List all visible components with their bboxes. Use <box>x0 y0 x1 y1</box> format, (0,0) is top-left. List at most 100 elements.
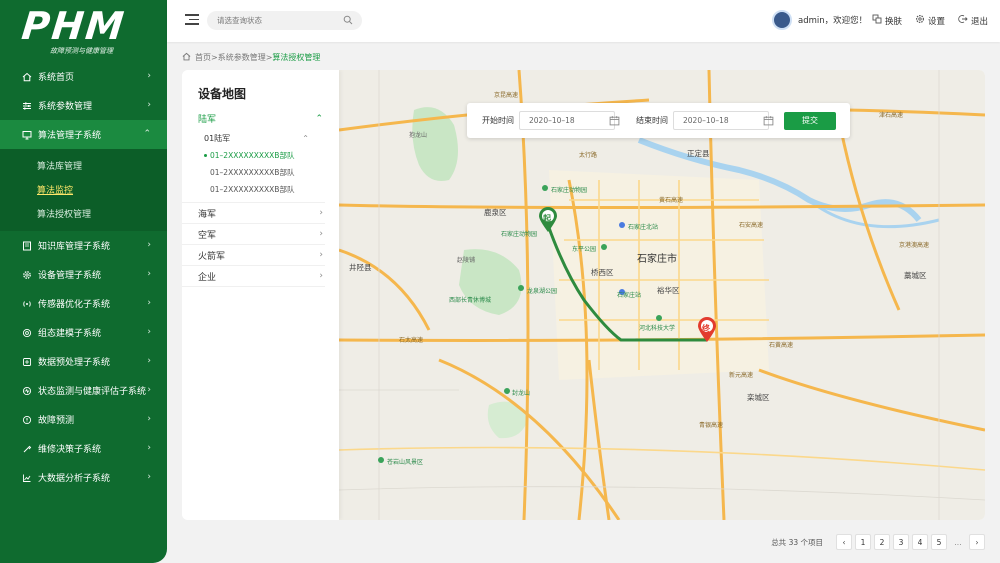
tree-leaf-unit[interactable]: 01–2XXXXXXXXXB部队 <box>182 164 325 181</box>
palette-icon <box>872 14 882 27</box>
next-page-button[interactable]: › <box>969 534 985 550</box>
top-bar: admin，欢迎您！ 换肤 设置 退出 <box>167 0 1000 42</box>
map-label-poi: 石家庄北站 <box>628 224 659 231</box>
page-button[interactable]: 1 <box>855 534 871 550</box>
tree-item-army-01[interactable]: 01陆军 ⌃ <box>182 129 311 147</box>
breadcrumb-level1[interactable]: 系统参数管理 <box>218 52 266 63</box>
sidebar-item-fault[interactable]: 故障预测 › <box>0 405 167 434</box>
search-icon[interactable] <box>343 15 353 28</box>
skin-button[interactable]: 换肤 <box>872 14 902 27</box>
skin-label: 换肤 <box>885 16 903 27</box>
chevron-right-icon: › <box>147 443 151 453</box>
map-label-poi: 苍岩山风景区 <box>387 459 424 466</box>
chevron-right-icon: › <box>147 298 151 308</box>
menu-toggle-icon[interactable] <box>185 14 199 26</box>
sidebar-item-label: 状态监测与健康评估子系统 <box>38 387 147 397</box>
sidebar-item-preprocess[interactable]: 数据预处理子系统 › <box>0 347 167 376</box>
chevron-right-icon: › <box>319 271 323 281</box>
map-label-poi: 封龙山 <box>512 390 531 397</box>
breadcrumb-home[interactable]: 首页 <box>195 52 211 63</box>
breadcrumb: 首页 > 系统参数管理 > 算法授权管理 <box>182 52 320 63</box>
page-button[interactable]: 5 <box>931 534 947 550</box>
search-box <box>207 11 362 30</box>
tree-label: 01陆军 <box>204 133 231 143</box>
end-marker-label: 终 <box>702 324 710 333</box>
end-date-input[interactable]: 2020–10–18 <box>673 111 774 130</box>
logout-icon <box>958 14 968 27</box>
sidebar-item-label: 数据预处理子系统 <box>38 358 111 368</box>
sidebar-item-label: 系统参数管理 <box>38 102 93 112</box>
map-label-poi: 西部长青休博城 <box>449 297 492 304</box>
sidebar-item-label: 设备管理子系统 <box>38 271 102 281</box>
chevron-right-icon: › <box>319 229 323 239</box>
map-label-road: 石黄高速 <box>769 342 794 349</box>
search-input[interactable] <box>217 16 337 25</box>
sidebar-item-label: 知识库管理子系统 <box>38 242 111 252</box>
page-button[interactable]: 3 <box>893 534 909 550</box>
logout-button[interactable]: 退出 <box>958 14 988 27</box>
sidebar-item-modeling[interactable]: 组态建模子系统 › <box>0 318 167 347</box>
sidebar-item-maintenance[interactable]: 维修决策子系统 › <box>0 434 167 463</box>
prev-page-button[interactable]: ‹ <box>836 534 852 550</box>
map-label-road: 黄石高速 <box>659 197 684 204</box>
page-button[interactable]: 2 <box>874 534 890 550</box>
map-label-city: 石家庄市 <box>637 254 677 265</box>
map-label-poi: 河北科技大学 <box>639 325 676 332</box>
tree-item-airforce[interactable]: 空军 › <box>182 224 325 245</box>
sidebar-item-knowledge[interactable]: 知识库管理子系统 › <box>0 231 167 260</box>
map-label-road: 石太高速 <box>399 337 424 344</box>
sidebar-item-label: 传感器优化子系统 <box>38 300 111 310</box>
tree-group-army: 01陆军 ⌃ 01–2XXXXXXXXXB部队 01–2XXXXXXXXXB部队… <box>182 129 325 203</box>
avatar[interactable] <box>772 10 792 30</box>
sidebar-item-sensor[interactable]: 传感器优化子系统 › <box>0 289 167 318</box>
chevron-right-icon: › <box>147 356 151 366</box>
tree-leaf-unit[interactable]: 01–2XXXXXXXXXB部队 <box>182 181 325 198</box>
start-date-input[interactable]: 2020–10–18 <box>519 111 620 130</box>
gear-icon <box>22 270 32 280</box>
map-label-district: 井陉县 <box>349 263 372 272</box>
pagination-ellipsis: ... <box>954 537 962 547</box>
sidebar: PHM 故障预测与健康管理 系统首页 › 系统参数管理 › 算法管理子系统 ⌃ … <box>0 0 167 563</box>
sidebar-item-params[interactable]: 系统参数管理 › <box>0 91 167 120</box>
tree-item-rocket[interactable]: 火箭军 › <box>182 245 325 266</box>
page-button[interactable]: 4 <box>912 534 928 550</box>
chevron-up-icon: ⌃ <box>302 133 309 143</box>
warning-icon <box>22 415 32 425</box>
main-card: 设备地图 陆军 ⌃ 01陆军 ⌃ 01–2XXXXXXXXXB部队 01–2XX… <box>182 70 985 520</box>
sidebar-item-algorithm[interactable]: 算法管理子系统 ⌃ <box>0 120 167 149</box>
chevron-right-icon: › <box>147 71 151 81</box>
monitor-icon <box>22 130 32 140</box>
tree-item-army[interactable]: 陆军 ⌃ <box>182 108 325 129</box>
sidebar-item-device[interactable]: 设备管理子系统 › <box>0 260 167 289</box>
logo-text: PHM <box>19 4 128 48</box>
user-info[interactable]: admin，欢迎您！ <box>772 10 867 30</box>
sidebar-item-bigdata[interactable]: 大数据分析子系统 › <box>0 463 167 492</box>
submenu-item-monitor[interactable]: 算法监控 <box>0 177 167 201</box>
submenu-item-library[interactable]: 算法库管理 <box>0 153 167 177</box>
sidebar-item-home[interactable]: 系统首页 › <box>0 62 167 91</box>
tree-item-enterprise[interactable]: 企业 › <box>182 266 325 287</box>
sidebar-item-health[interactable]: 状态监测与健康评估子系统 › <box>0 376 167 405</box>
chevron-right-icon: › <box>147 100 151 110</box>
tree-item-navy[interactable]: 海军 › <box>182 203 325 224</box>
settings-button[interactable]: 设置 <box>915 14 945 27</box>
map-label-place: 赵陵铺 <box>457 257 476 264</box>
pagination-total: 总共 33 个项目 <box>771 537 823 547</box>
map-label-place: 抱龙山 <box>409 132 428 139</box>
tree-leaf-unit[interactable]: 01–2XXXXXXXXXB部队 <box>182 147 325 164</box>
chevron-right-icon: › <box>147 240 151 250</box>
sliders-icon <box>22 101 32 111</box>
start-date-value: 2020–10–18 <box>529 116 575 125</box>
breadcrumb-separator: > <box>265 53 273 62</box>
home-icon <box>182 52 191 63</box>
chevron-right-icon: › <box>147 414 151 424</box>
submenu-item-authorization[interactable]: 算法授权管理 <box>0 201 167 225</box>
tree-label: 空军 <box>198 230 217 241</box>
sidebar-item-label: 组态建模子系统 <box>38 329 102 339</box>
logo: PHM 故障预测与健康管理 <box>0 0 167 58</box>
chevron-right-icon: › <box>147 385 151 395</box>
chevron-up-icon: ⌃ <box>143 129 151 139</box>
map-label-district: 桥西区 <box>591 268 614 277</box>
map-view[interactable]: 石家庄市 桥西区 裕华区 鹿泉区 正定县 藁城区 栾城区 井陉县 石家庄动物园 … <box>339 70 985 520</box>
submit-button[interactable]: 提交 <box>784 111 836 130</box>
